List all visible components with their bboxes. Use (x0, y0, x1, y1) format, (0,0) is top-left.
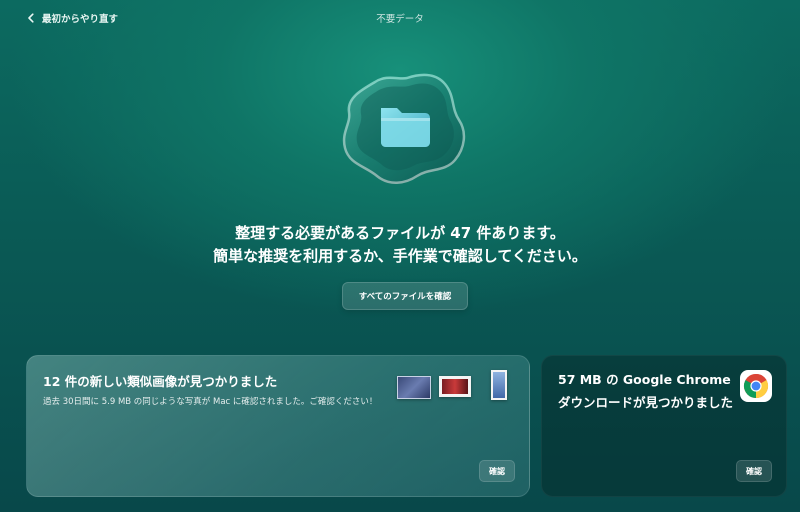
similar-photos-card[interactable]: 12 件の新しい類似画像が見つかりました 過去 30日間に 5.9 MB の同じ… (26, 355, 530, 497)
summary-headline: 整理する必要があるファイルが 47 件あります。 簡単な推奨を利用するか、手作業… (0, 222, 800, 268)
page-title: 不要データ (376, 14, 424, 25)
similar-photos-description: 過去 30日間に 5.9 MB の同じような写真が Mac に確認されました。ご… (43, 397, 378, 407)
photo-thumbnails (395, 368, 511, 404)
hero-illustration (335, 68, 471, 190)
review-photos-button[interactable]: 確認 (479, 460, 515, 482)
review-chrome-downloads-button[interactable]: 確認 (736, 460, 772, 482)
chrome-downloads-card[interactable]: 57 MB の Google Chrome ダウンロードが見つかりました 確認 (541, 355, 787, 497)
folder-icon (342, 73, 466, 184)
summary-line-2: 簡単な推奨を利用するか、手作業で確認してください。 (213, 247, 587, 265)
chrome-icon (740, 370, 772, 402)
photo-thumbnail (439, 376, 471, 397)
similar-photos-title: 12 件の新しい類似画像が見つかりました (43, 374, 278, 389)
photo-thumbnail (397, 376, 431, 399)
photo-thumbnail (491, 370, 507, 400)
summary-line-1: 整理する必要があるファイルが 47 件あります。 (235, 224, 565, 242)
review-all-files-button[interactable]: すべてのファイルを確認 (342, 282, 468, 310)
chrome-downloads-title: 57 MB の Google Chrome ダウンロードが見つかりました (558, 372, 734, 410)
top-bar: 最初からやり直す 不要データ (0, 0, 800, 36)
